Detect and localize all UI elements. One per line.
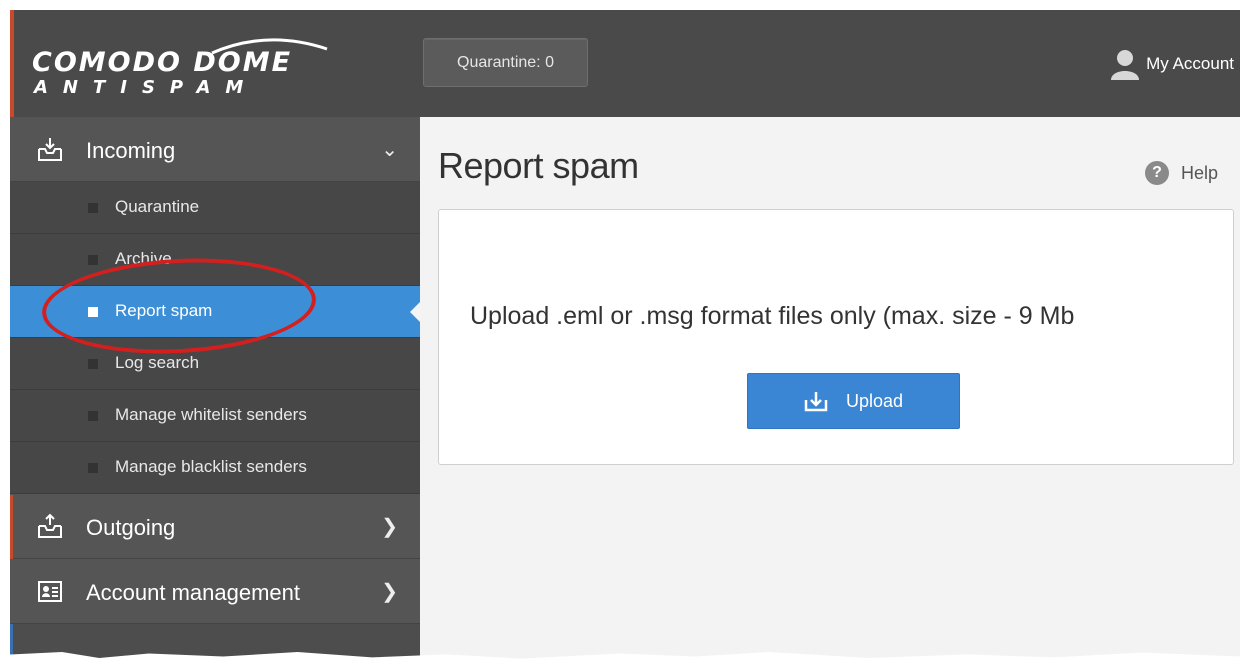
- bullet-icon: [88, 203, 98, 213]
- id-card-icon: [38, 581, 62, 602]
- bullet-icon: [88, 463, 98, 473]
- chevron-down-icon: ⌄: [381, 139, 398, 161]
- topbar-accent: [10, 10, 14, 117]
- logo: COMODO DOME ANTISPAM: [32, 35, 332, 110]
- sidebar-item-archive[interactable]: Archive: [10, 234, 420, 286]
- sidebar-item-label: Report spam: [115, 301, 213, 320]
- top-bar: COMODO DOME ANTISPAM Quarantine: 0 My Ac…: [10, 10, 1240, 117]
- sidebar-item-manage-blacklist[interactable]: Manage blacklist senders: [10, 442, 420, 494]
- sidebar-section-account-management[interactable]: Account management ❯: [10, 559, 420, 624]
- sidebar-section-incoming[interactable]: Incoming ⌄: [10, 117, 420, 182]
- sidebar: Incoming ⌄ Quarantine Archive Report spa…: [10, 117, 420, 667]
- inbox-in-icon: [38, 138, 62, 161]
- my-account-label: My Account: [1146, 54, 1234, 73]
- main-content: Report spam ? Help Upload .eml or .msg f…: [420, 117, 1240, 667]
- sidebar-item-label: Manage whitelist senders: [115, 405, 307, 424]
- quarantine-button[interactable]: Quarantine: 0: [423, 38, 588, 87]
- sidebar-item-manage-whitelist[interactable]: Manage whitelist senders: [10, 390, 420, 442]
- bullet-icon: [88, 255, 98, 265]
- upload-button[interactable]: Upload: [747, 373, 960, 429]
- sidebar-item-label: Log search: [115, 353, 200, 372]
- page-title: Report spam: [438, 145, 639, 186]
- chevron-right-icon: ❯: [381, 581, 398, 603]
- sidebar-item-label: Quarantine: [115, 197, 200, 216]
- bullet-icon: [88, 411, 98, 421]
- active-indicator: [410, 302, 420, 322]
- sidebar-section-label: Account management: [86, 580, 301, 605]
- sidebar-section-outgoing[interactable]: Outgoing ❯: [10, 494, 420, 559]
- logo-text: COMODO DOME: [32, 47, 293, 78]
- sidebar-item-label: Archive: [115, 249, 172, 268]
- bullet-icon: [88, 307, 98, 317]
- sidebar-item-quarantine[interactable]: Quarantine: [10, 182, 420, 234]
- bullet-icon: [88, 359, 98, 369]
- upload-icon: [804, 392, 828, 412]
- chevron-right-icon: ❯: [381, 516, 398, 538]
- help-label: Help: [1180, 162, 1218, 183]
- help-link[interactable]: ? Help: [1144, 161, 1218, 185]
- logo-subtext: ANTISPAM: [34, 77, 259, 98]
- upload-button-label: Upload: [845, 390, 904, 411]
- my-account-menu[interactable]: My Account: [1110, 48, 1234, 80]
- outgoing-accent: [10, 495, 13, 559]
- help-icon: ?: [1144, 161, 1169, 185]
- upload-panel: Upload .eml or .msg format files only (m…: [438, 209, 1234, 465]
- sidebar-item-report-spam[interactable]: Report spam: [10, 286, 420, 338]
- user-icon: [1111, 50, 1140, 80]
- upload-instructions: Upload .eml or .msg format files only (m…: [470, 302, 1075, 330]
- sidebar-section-label: Incoming: [86, 138, 176, 163]
- sidebar-section-label: Outgoing: [86, 515, 176, 540]
- sidebar-item-label: Manage blacklist senders: [115, 457, 307, 476]
- sidebar-item-log-search[interactable]: Log search: [10, 338, 420, 390]
- inbox-out-icon: [38, 513, 62, 538]
